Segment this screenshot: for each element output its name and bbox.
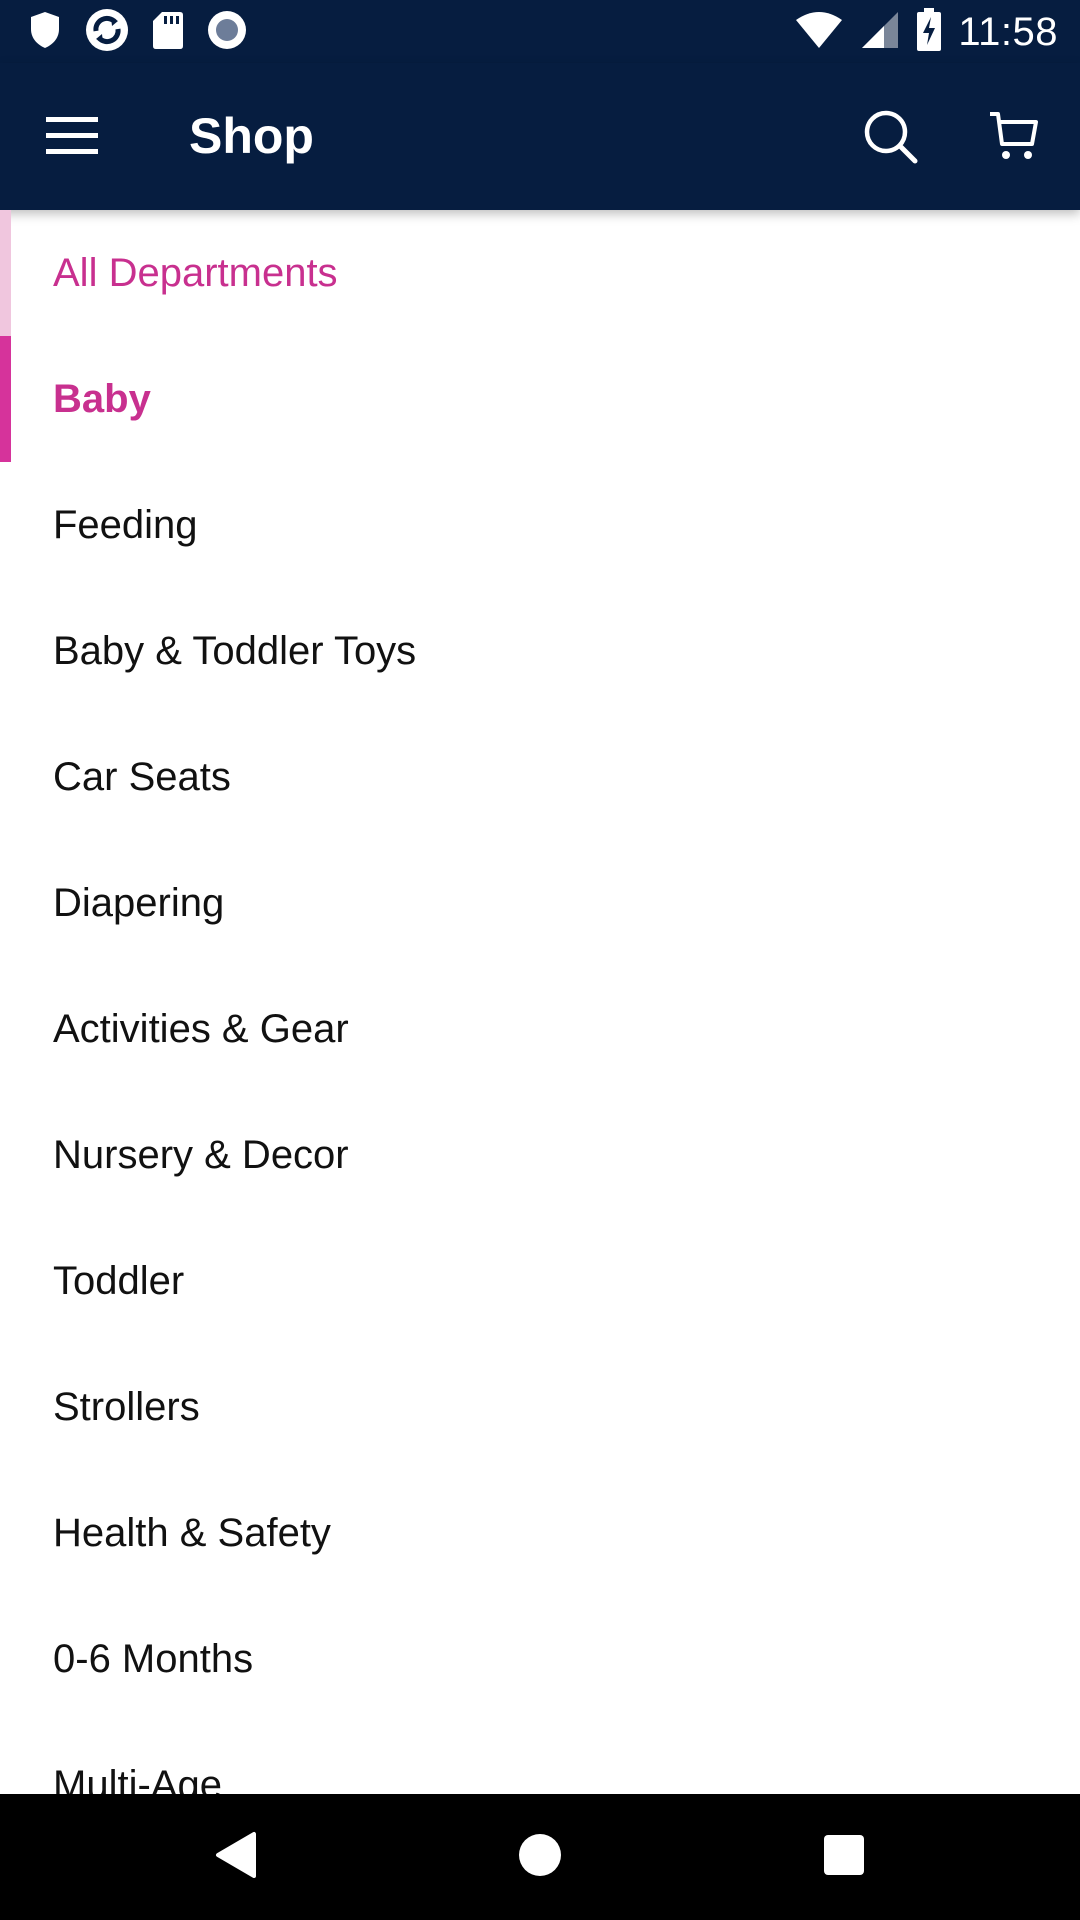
list-item[interactable]: Strollers [0,1344,1080,1470]
shield-icon [28,10,62,55]
menu-button[interactable] [30,105,114,169]
status-time: 11:58 [958,9,1058,54]
list-item-label: Multi-Age [53,1762,222,1795]
current-department-label: Baby [53,376,151,421]
list-item-label: Nursery & Decor [53,1132,349,1177]
current-department-item[interactable]: Baby [0,336,1080,462]
department-list: All Departments Baby Feeding Baby & Todd… [0,210,1080,1794]
list-item[interactable]: Toddler [0,1218,1080,1344]
nav-home-button[interactable] [500,1822,580,1892]
list-item-label: Car Seats [53,754,231,799]
wifi-icon [794,10,844,55]
home-circle-icon [518,1833,562,1882]
sd-card-icon [152,10,184,55]
list-item[interactable]: Feeding [0,462,1080,588]
list-item-label: Toddler [53,1258,185,1303]
indent-bar [0,210,11,336]
hamburger-menu-icon [46,115,98,160]
list-item[interactable]: Diapering [0,840,1080,966]
system-nav-bar [0,1794,1080,1920]
list-item-label: Activities & Gear [53,1006,349,1051]
list-item-label: 0-6 Months [53,1636,254,1681]
page-title: Shop [189,108,314,164]
list-item[interactable]: Nursery & Decor [0,1092,1080,1218]
cart-icon [988,110,1038,167]
all-departments-label: All Departments [53,250,338,295]
battery-charging-icon [916,7,942,57]
list-item-label: Strollers [53,1384,200,1429]
list-item-label: Baby & Toddler Toys [53,628,417,673]
list-item-label: Health & Safety [53,1510,331,1555]
status-notification-icons [28,8,248,56]
status-bar: 11:58 [0,0,1080,63]
selected-indicator [0,336,11,462]
list-item[interactable]: Health & Safety [0,1470,1080,1596]
search-icon [862,108,918,169]
list-item[interactable]: Baby & Toddler Toys [0,588,1080,714]
app-bar: Shop [0,63,1080,210]
cell-signal-icon [860,10,900,55]
status-system-icons: 11:58 [794,7,1058,57]
cart-button[interactable] [975,103,1051,173]
nav-back-button[interactable] [196,1822,276,1892]
recents-square-icon [823,1834,865,1881]
record-icon [206,9,248,56]
list-item-label: Diapering [53,880,225,925]
list-item[interactable]: Car Seats [0,714,1080,840]
list-item[interactable]: Activities & Gear [0,966,1080,1092]
all-departments-link[interactable]: All Departments [0,210,1080,336]
list-item[interactable]: 0-6 Months [0,1596,1080,1722]
search-button[interactable] [855,103,925,173]
nav-recents-button[interactable] [804,1822,884,1892]
list-item-label: Feeding [53,502,198,547]
sync-icon [84,7,130,58]
list-item[interactable]: Multi-Age [0,1722,1080,1795]
back-triangle-icon [214,1831,258,1884]
